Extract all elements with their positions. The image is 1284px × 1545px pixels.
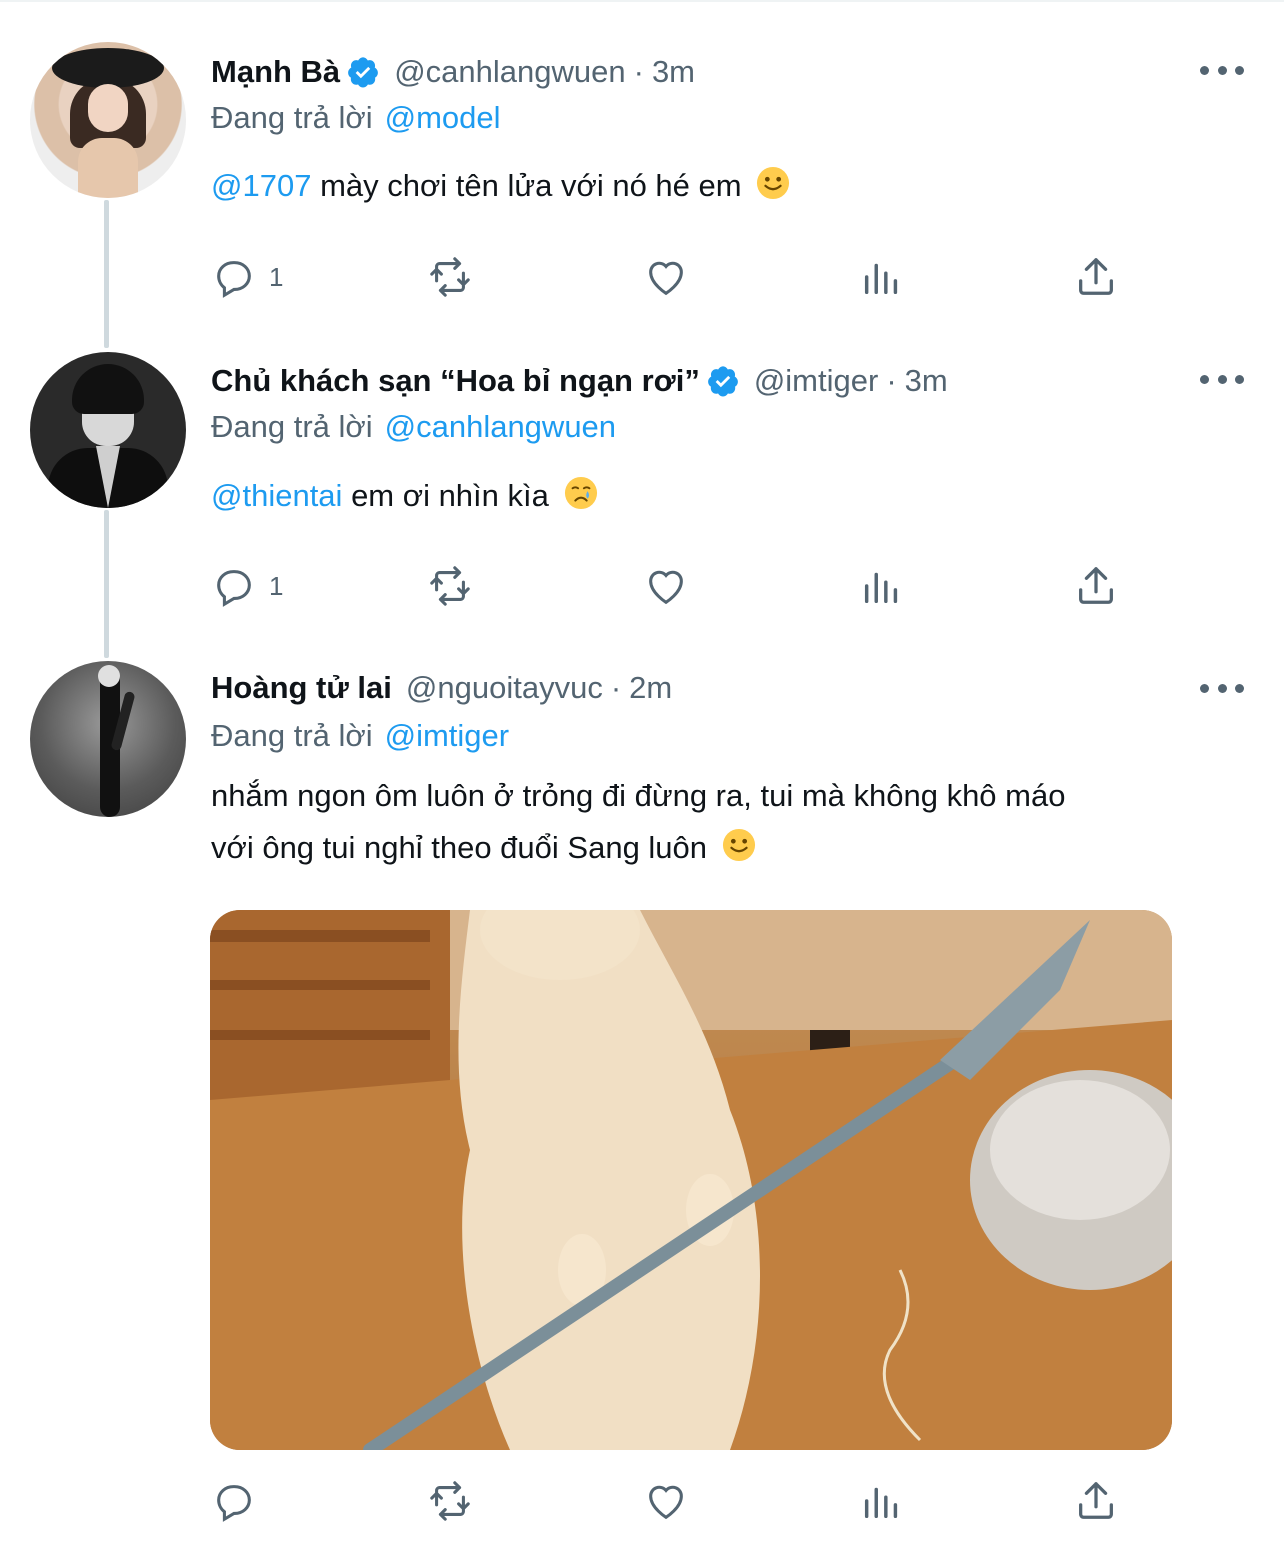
tweet-body: em ơi nhìn kìa xyxy=(351,478,549,513)
username[interactable]: @nguoitayvuc xyxy=(406,670,603,706)
replying-to: Đang trả lời @imtiger xyxy=(211,716,509,756)
verified-badge-icon xyxy=(707,366,738,397)
like-button[interactable] xyxy=(643,1478,689,1524)
replying-to: Đang trả lời @canhlangwuen xyxy=(211,407,616,447)
reply-button[interactable]: 1 xyxy=(211,563,283,609)
reply-to-mention[interactable]: @model xyxy=(385,100,501,136)
more-options-icon[interactable] xyxy=(1200,367,1244,391)
avatar[interactable] xyxy=(30,661,186,817)
reply-to-mention[interactable]: @canhlangwuen xyxy=(385,409,616,445)
like-button[interactable] xyxy=(643,254,689,300)
replying-to: Đang trả lời @model xyxy=(211,98,501,138)
display-name[interactable]: Hoàng tử lai xyxy=(211,670,392,706)
tweet-text: @thientai em ơi nhìn kìa xyxy=(211,470,598,522)
thread-connector xyxy=(104,510,109,658)
reply-icon xyxy=(217,1485,251,1522)
reply-icon xyxy=(217,570,251,607)
analytics-icon xyxy=(864,263,898,295)
separator-dot: · xyxy=(886,363,897,398)
replying-label: Đang trả lời xyxy=(211,100,373,135)
username[interactable]: @canhlangwuen xyxy=(394,54,625,90)
separator-dot: · xyxy=(610,670,622,705)
tweet-text: nhắm ngon ôm luôn ở trỏng đi đừng ra, tu… xyxy=(211,770,1065,874)
reply-count: 1 xyxy=(269,261,284,292)
display-name[interactable]: Mạnh Bà xyxy=(211,54,340,90)
cat-with-spear-illustration xyxy=(210,910,1172,1450)
tweet-body-line-2: với ông tui nghỉ theo đuổi Sang luôn xyxy=(211,822,1065,874)
heart-icon xyxy=(649,570,683,605)
verified-badge-icon xyxy=(348,57,379,88)
tweet-header: Hoàng tử lai @nguoitayvuc · 2m xyxy=(211,668,672,708)
slightly-smiling-face-icon xyxy=(757,166,790,200)
share-icon xyxy=(1079,567,1113,604)
timestamp[interactable]: 3m xyxy=(905,363,948,399)
reply-button[interactable]: 1 xyxy=(211,254,283,300)
retweet-button[interactable] xyxy=(427,1478,473,1524)
text-mention[interactable]: @thientai xyxy=(211,478,342,513)
avatar[interactable] xyxy=(30,352,186,508)
tweet-actions: 1 xyxy=(211,254,1131,300)
top-divider xyxy=(0,0,1284,2)
crying-face-icon xyxy=(564,476,597,510)
heart-icon xyxy=(649,1485,683,1520)
timestamp[interactable]: 2m xyxy=(629,670,672,706)
display-name[interactable]: Chủ khách sạn “Hoa bỉ ngạn rơi” xyxy=(211,363,700,399)
more-options-icon[interactable] xyxy=(1200,676,1244,700)
analytics-button[interactable] xyxy=(859,254,905,300)
text-mention[interactable]: @1707 xyxy=(211,168,311,203)
heart-icon xyxy=(649,261,683,296)
analytics-icon xyxy=(864,1487,898,1519)
share-button[interactable] xyxy=(1073,254,1119,300)
share-button[interactable] xyxy=(1073,1478,1119,1524)
tweet-actions: 1 xyxy=(211,563,1131,609)
retweet-button[interactable] xyxy=(427,254,473,300)
reply-to-mention[interactable]: @imtiger xyxy=(385,718,509,754)
analytics-button[interactable] xyxy=(859,563,905,609)
share-icon xyxy=(1079,1482,1113,1519)
tweet-media-image[interactable] xyxy=(210,910,1172,1450)
separator-dot: · xyxy=(633,54,644,89)
like-button[interactable] xyxy=(643,563,689,609)
thread-connector xyxy=(104,200,109,348)
timestamp[interactable]: 3m xyxy=(652,54,695,90)
retweet-button[interactable] xyxy=(427,563,473,609)
tweet-header: Chủ khách sạn “Hoa bỉ ngạn rơi” @imtiger… xyxy=(211,361,948,401)
reply-count: 1 xyxy=(269,570,284,601)
tweet-body-line: nhắm ngon ôm luôn ở trỏng đi đừng ra, tu… xyxy=(211,778,1066,813)
tweet-text: @1707 mày chơi tên lửa với nó hé em xyxy=(211,160,790,212)
analytics-icon xyxy=(864,572,898,604)
retweet-icon xyxy=(430,1481,470,1521)
tweet-header: Mạnh Bà @canhlangwuen · 3m xyxy=(211,52,695,92)
username[interactable]: @imtiger xyxy=(754,363,878,399)
retweet-icon xyxy=(430,257,470,297)
share-button[interactable] xyxy=(1073,563,1119,609)
more-options-icon[interactable] xyxy=(1200,58,1244,82)
replying-label: Đang trả lời xyxy=(211,718,373,753)
tweet-body: mày chơi tên lửa với nó hé em xyxy=(320,168,742,203)
reply-button[interactable] xyxy=(211,1478,257,1524)
analytics-button[interactable] xyxy=(859,1478,905,1524)
slightly-smiling-face-icon xyxy=(722,828,755,862)
tweet-actions xyxy=(211,1478,1131,1524)
tweet-body-line: với ông tui nghỉ theo đuổi Sang luôn xyxy=(211,830,708,865)
reply-icon xyxy=(217,261,251,298)
share-icon xyxy=(1079,258,1113,295)
avatar[interactable] xyxy=(30,42,186,198)
replying-label: Đang trả lời xyxy=(211,409,373,444)
retweet-icon xyxy=(430,566,470,606)
